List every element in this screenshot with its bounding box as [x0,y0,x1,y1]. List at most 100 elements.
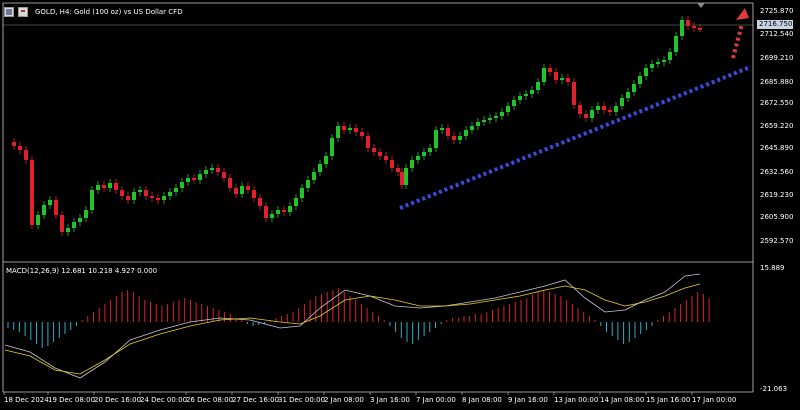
candle-body [494,116,498,118]
candle-body [36,215,40,225]
candle-body [650,64,654,68]
candle-body [698,28,702,30]
candle-body [404,168,408,185]
time-axis-label: 17 Jan 00:00 [692,396,737,404]
price-axis-label: 2712.540 [760,30,794,38]
candle-body [488,118,492,120]
period-marker-icon [697,3,705,8]
candle-body [216,168,220,172]
candle-body [228,178,232,188]
candle-body [336,126,340,138]
candle-body [572,82,576,105]
candle-body [72,222,76,228]
time-axis-label: 31 Dec 00:00 [278,396,326,404]
candle-body [638,76,642,84]
candle-body [632,84,636,92]
candle-body [126,196,130,200]
candle-body [306,180,310,188]
time-axis-label: 26 Dec 08:00 [186,396,234,404]
candle-body [360,132,364,136]
candle-body [174,188,178,192]
candle-body [84,210,88,218]
candle-body [348,128,352,130]
candle-body [252,190,256,198]
candle-body [42,205,46,215]
candle-body [270,214,274,218]
price-axis-label: 2619.230 [760,191,794,199]
candle-body [378,152,382,156]
time-axis-label: 15 Jan 16:00 [646,396,691,404]
candle-body [614,106,618,112]
price-axis-label: 2592.570 [760,237,794,245]
candle-body [354,128,358,132]
projection-arrowhead [736,8,749,20]
candle-body [156,198,160,200]
candle-body [452,136,456,140]
candle-body [102,185,106,188]
macd-line [4,273,701,379]
candle-body [258,198,262,206]
candle-body [626,92,630,98]
candle-body [674,36,678,52]
candle-body [342,126,346,130]
time-axis-label: 14 Jan 08:00 [600,396,645,404]
candle-body [590,110,594,118]
candle-body [366,136,370,148]
price-axis-label: 2725.870 [760,7,794,15]
time-axis-label: 19 Dec 08:00 [48,396,96,404]
candle-body [234,188,238,194]
time-axis-label: 24 Dec 00:00 [140,396,188,404]
candle-body [30,160,34,225]
candle-body [602,106,606,110]
candle-body [470,126,474,130]
candle-body [662,60,666,62]
candle-body [560,78,564,80]
candle-body [210,168,214,170]
time-axis-label: 3 Jan 16:00 [370,396,410,404]
candle-body [446,128,450,136]
candle-body [656,62,660,64]
candle-body [192,178,196,180]
price-chart[interactable] [0,0,800,410]
candle-body [276,210,280,214]
current-price-badge: 2716.750 [757,20,793,29]
candle-body [692,26,696,28]
candle-body [416,156,420,160]
candle-body [18,146,22,150]
candle-body [120,190,124,196]
candle-body [584,114,588,118]
time-axis-label: 8 Jan 08:00 [462,396,502,404]
candle-body [530,90,534,94]
price-axis-label: 2659.220 [760,122,794,130]
macd-indicator-label: MACD(12,26,9) 12.681 10.218 4.927 0.000 [6,267,158,275]
time-axis-label: 2 Jan 08:00 [324,396,364,404]
candle-body [114,183,118,190]
candle-body [150,196,154,198]
time-axis-label: 27 Dec 16:00 [232,396,280,404]
candle-body [24,150,28,160]
time-axis-label: 7 Jan 00:00 [416,396,456,404]
candle-body [186,178,190,182]
candle-body [168,192,172,196]
price-axis-label: 2605.900 [760,213,794,221]
candle-body [390,160,394,168]
candle-body [422,152,426,156]
macd-histogram-group [7,288,710,348]
candle-body [12,142,16,146]
candle-body [506,106,510,112]
candle-body [680,20,684,36]
candle-body [400,172,404,185]
candle-body [464,130,468,136]
candle-body [132,192,136,200]
time-axis-label: 9 Jan 16:00 [508,396,548,404]
candle-body [312,172,316,180]
candle-body [512,100,516,106]
candle-body [476,122,480,126]
candle-body [536,82,540,90]
candle-body [548,68,552,72]
candle-body [66,228,70,232]
candle-body [668,52,672,60]
candle-body [318,164,322,172]
time-axis-label: 20 Dec 16:00 [94,396,142,404]
price-axis-label: 2672.550 [760,99,794,107]
